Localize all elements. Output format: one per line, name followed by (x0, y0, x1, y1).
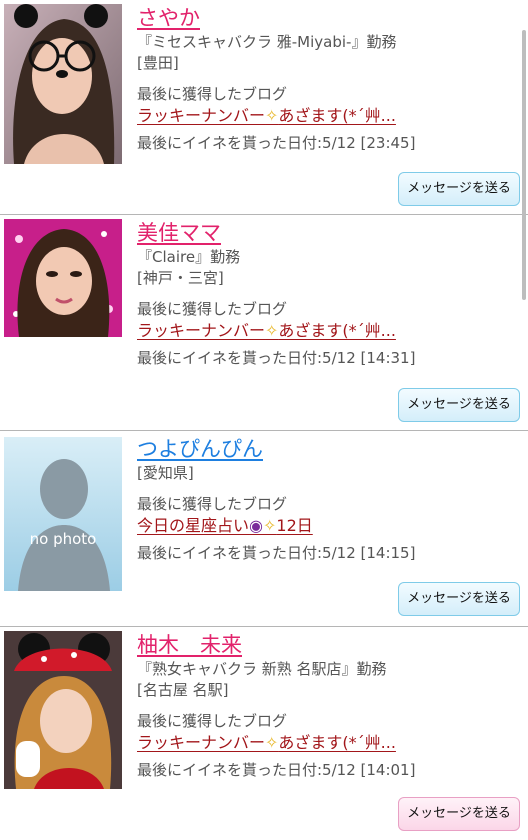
sparkle-icon: ✧ (262, 516, 277, 535)
like-date: 最後にイイネを貰った日付:5/12 [23:45] (137, 134, 416, 152)
blog-link-text-b: 12日 (276, 516, 313, 535)
blog-link-text-a: ラッキーナンバー (137, 106, 266, 125)
user-card: 美佳ママ 『Claire』勤務 [神戸・三宮] 最後に獲得したブログ ラッキーナ… (0, 215, 528, 431)
shop-label: 『熟女キャバクラ 新熟 名駅店』勤務 (137, 660, 387, 678)
user-info: 柚木 未来 『熟女キャバクラ 新熟 名駅店』勤務 [名古屋 名駅] 最後に獲得し… (137, 631, 518, 781)
send-message-button[interactable]: メッセージを送る (398, 582, 520, 616)
avatar-photo (4, 219, 122, 337)
user-list: さやか 『ミセスキャバクラ 雅-Miyabi-』勤務 [豊田] 最後に獲得したブ… (0, 0, 528, 840)
no-photo-label: no photo (29, 530, 97, 548)
sparkle-icon: ✧ (265, 733, 279, 752)
user-name-link[interactable]: 美佳ママ (137, 219, 221, 247)
avatar-photo (4, 4, 122, 164)
blog-link-text-b: あざます(*´艸... (278, 733, 396, 752)
user-name-link[interactable]: つよぴんぴん (137, 435, 263, 463)
user-card: さやか 『ミセスキャバクラ 雅-Miyabi-』勤務 [豊田] 最後に獲得したブ… (0, 0, 528, 215)
user-info: 美佳ママ 『Claire』勤務 [神戸・三宮] 最後に獲得したブログ ラッキーナ… (137, 219, 518, 369)
blog-heading: 最後に獲得したブログ (137, 495, 288, 513)
sparkle-icon: ✧ (265, 321, 279, 340)
like-date: 最後にイイネを貰った日付:5/12 [14:01] (137, 761, 416, 779)
blog-link-text-b: あざます(*´艸... (278, 106, 396, 125)
area-label: [神戸・三宮] (137, 269, 224, 287)
blog-link-text-a: 今日の星座占い (137, 516, 250, 535)
avatar[interactable] (4, 4, 122, 164)
user-info: つよぴんぴん [愛知県] 最後に獲得したブログ 今日の星座占い◉✧12日 最後に… (137, 435, 518, 564)
send-message-button[interactable]: メッセージを送る (398, 388, 520, 422)
like-date: 最後にイイネを貰った日付:5/12 [14:31] (137, 349, 416, 367)
area-label: [愛知県] (137, 464, 194, 482)
send-message-button[interactable]: メッセージを送る (398, 172, 520, 206)
blog-link-text-a: ラッキーナンバー (137, 321, 266, 340)
shop-label: 『ミセスキャバクラ 雅-Miyabi-』勤務 (137, 33, 397, 51)
blog-link[interactable]: ラッキーナンバー✧あざます(*´艸... (137, 732, 396, 754)
send-message-button[interactable]: メッセージを送る (398, 797, 520, 831)
avatar[interactable] (4, 631, 122, 789)
sparkle-icon: ✧ (265, 106, 279, 125)
user-name-link[interactable]: さやか (137, 4, 200, 32)
no-photo-placeholder (4, 437, 122, 591)
blog-link-text-a: ラッキーナンバー (137, 733, 266, 752)
blog-link[interactable]: 今日の星座占い◉✧12日 (137, 515, 313, 537)
shop-label: 『Claire』勤務 (137, 248, 241, 266)
blog-link[interactable]: ラッキーナンバー✧あざます(*´艸... (137, 105, 396, 127)
avatar-photo (4, 631, 122, 789)
avatar[interactable]: no photo (4, 437, 122, 591)
blog-link[interactable]: ラッキーナンバー✧あざます(*´艸... (137, 320, 396, 342)
area-label: [豊田] (137, 54, 179, 72)
like-date: 最後にイイネを貰った日付:5/12 [14:15] (137, 544, 416, 562)
user-card: 柚木 未来 『熟女キャバクラ 新熟 名駅店』勤務 [名古屋 名駅] 最後に獲得し… (0, 627, 528, 840)
scrollbar[interactable] (522, 30, 526, 300)
user-name-link[interactable]: 柚木 未来 (137, 631, 242, 659)
user-card: no photo つよぴんぴん [愛知県] 最後に獲得したブログ 今日の星座占い… (0, 431, 528, 627)
crystal-ball-icon: ◉ (249, 516, 263, 535)
blog-heading: 最後に獲得したブログ (137, 712, 288, 730)
avatar[interactable] (4, 219, 122, 337)
blog-link-text-b: あざます(*´艸... (278, 321, 396, 340)
area-label: [名古屋 名駅] (137, 681, 229, 699)
blog-heading: 最後に獲得したブログ (137, 85, 288, 103)
user-info: さやか 『ミセスキャバクラ 雅-Miyabi-』勤務 [豊田] 最後に獲得したブ… (137, 4, 518, 154)
blog-heading: 最後に獲得したブログ (137, 300, 288, 318)
